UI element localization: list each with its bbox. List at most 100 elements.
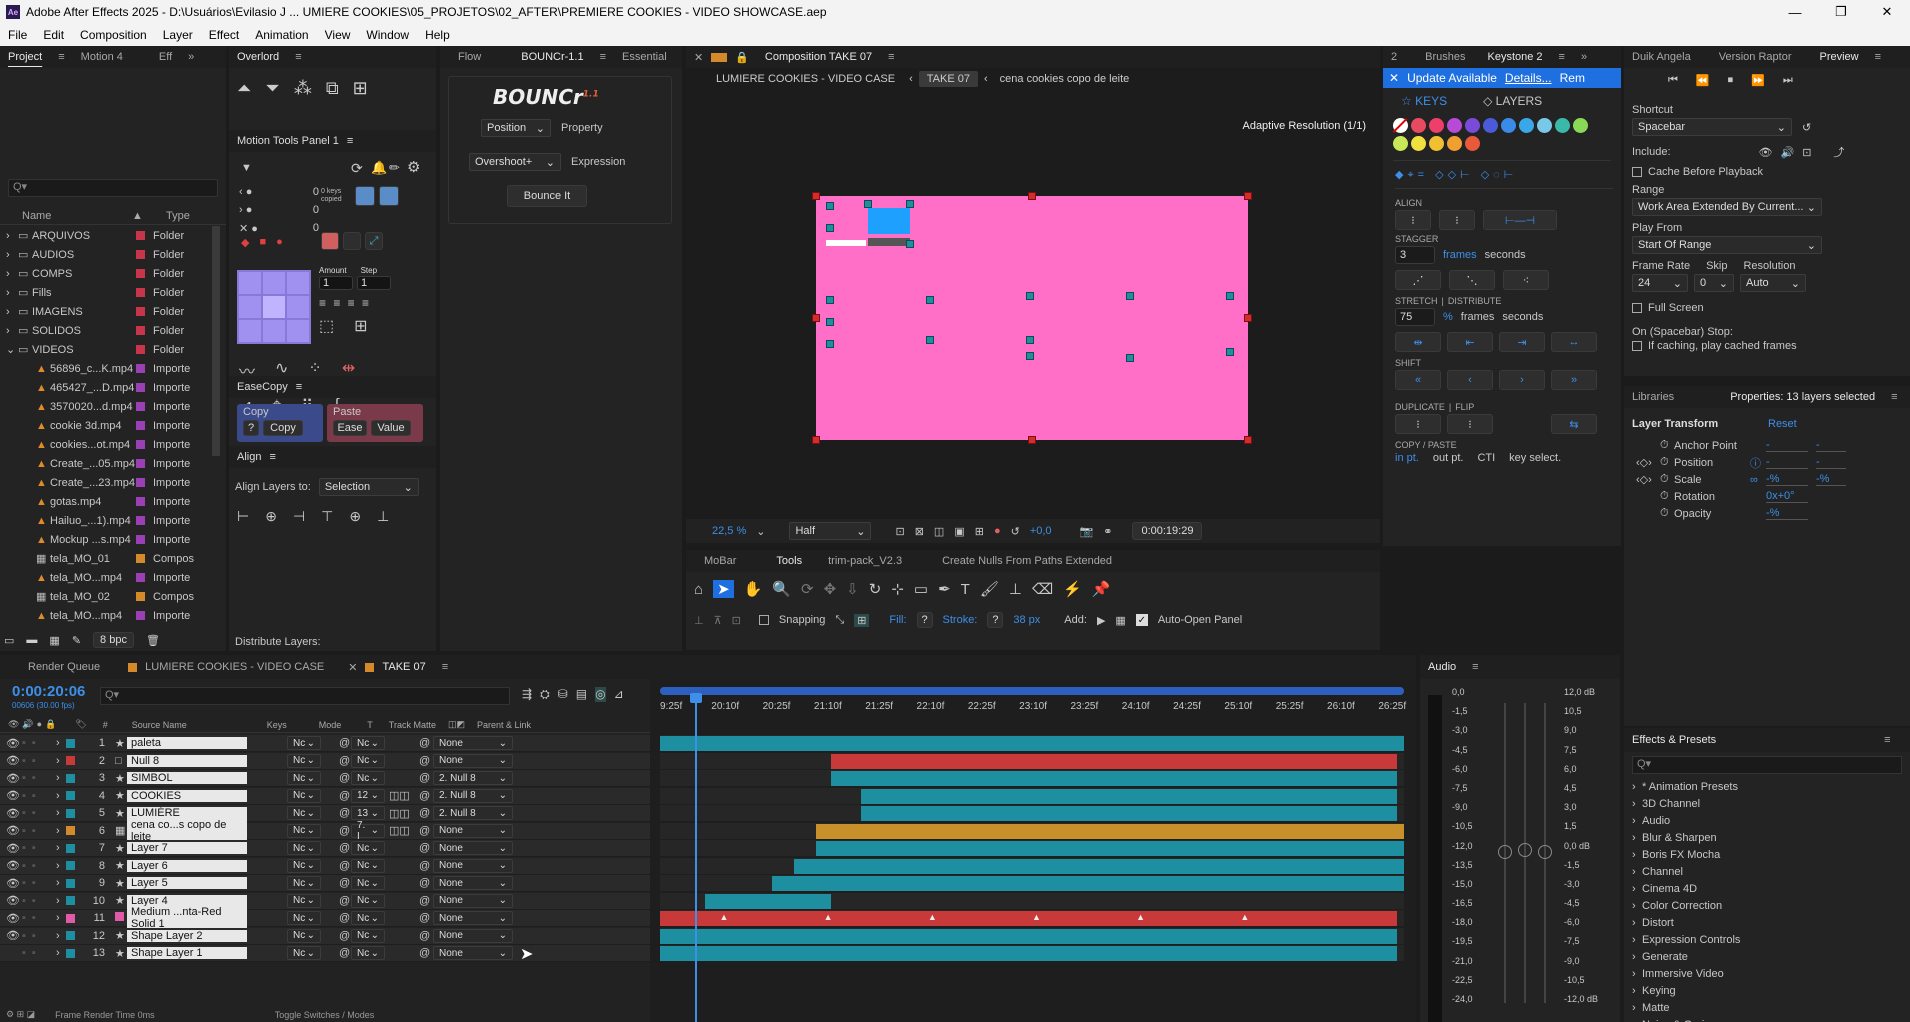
selected-shape[interactable] <box>868 208 910 234</box>
layer-row[interactable]: 👁 ▪▪ › 2 □ Null 8 Nc ⌄ @ Nc ⌄ @ None ⌄ <box>0 752 650 770</box>
paste-ease-button[interactable]: Ease <box>333 420 367 436</box>
label-color[interactable] <box>136 478 145 487</box>
overshoot-select[interactable]: Overshoot+ ⌄ <box>469 153 561 171</box>
key-remove-icon[interactable]: ✕ ● <box>239 222 258 235</box>
rectangle-tool-icon[interactable]: ▭ <box>914 580 928 598</box>
keyframe-marker[interactable]: ▲ <box>824 912 833 922</box>
pick-whip-icon[interactable]: @ <box>419 807 433 819</box>
bbox-handle[interactable] <box>812 314 820 322</box>
blend-mode-select[interactable]: Nc ⌄ <box>287 788 321 803</box>
menu-edit[interactable]: Edit <box>35 28 72 42</box>
parent-select[interactable]: None ⌄ <box>433 893 513 908</box>
expand-icon[interactable]: › <box>1632 832 1642 844</box>
stopwatch-icon[interactable]: ⏱ <box>1660 507 1674 520</box>
ks-align-span-button[interactable]: ⊢—⊣ <box>1483 210 1557 230</box>
work-area-bar[interactable] <box>660 687 1404 695</box>
parent-select[interactable]: None ⌄ <box>433 876 513 890</box>
effect-category[interactable]: › Channel <box>1632 863 1902 880</box>
blend-mode-select[interactable]: Nc ⌄ <box>287 928 321 943</box>
project-item[interactable]: ▲ Create_...23.mp4 Importe <box>0 473 212 492</box>
effect-category[interactable]: › Boris FX Mocha <box>1632 846 1902 863</box>
layers-tab[interactable]: ◇ LAYERS <box>1483 94 1542 108</box>
visibility-eye-icon[interactable]: 👁 <box>6 929 20 942</box>
channels-icon[interactable]: ● <box>994 525 1001 537</box>
fill-square-button[interactable] <box>343 232 361 250</box>
bounds-icon[interactable]: ⬚ <box>319 316 334 336</box>
expand-layer-icon[interactable]: › <box>56 755 66 767</box>
layer-handle[interactable] <box>826 296 834 304</box>
breadcrumb-item-take07[interactable]: TAKE 07 <box>918 71 978 87</box>
project-item[interactable]: ▲ tela_MO...mp4 Importe <box>0 568 212 587</box>
pick-whip-icon[interactable]: @ <box>419 877 433 889</box>
shift-next-button[interactable]: › <box>1499 370 1545 390</box>
draft-3d-icon[interactable]: ⛭ <box>540 687 550 702</box>
layer-name[interactable]: COOKIES <box>127 789 247 802</box>
pick-whip-icon[interactable]: @ <box>419 930 433 942</box>
toggle-switches-label[interactable]: Toggle Switches / Modes <box>275 1010 375 1020</box>
tab-render-queue[interactable]: Render Queue <box>20 661 108 673</box>
color-swatch[interactable] <box>1465 136 1480 151</box>
expand-icon[interactable]: › <box>1632 1002 1642 1014</box>
track-matte-select[interactable]: 7. I ⌄ <box>351 820 385 842</box>
menu-effect[interactable]: Effect <box>201 28 247 42</box>
expand-layer-icon[interactable]: › <box>56 825 66 837</box>
key-prev-icon[interactable]: ‹ ● <box>239 186 252 198</box>
tab-tools[interactable]: Tools <box>768 555 810 567</box>
layer-duration-bar[interactable] <box>860 806 1397 821</box>
property-value-2[interactable]: -% <box>1816 473 1846 486</box>
project-item[interactable]: › ▭ ARQUIVOS Folder <box>0 226 212 245</box>
keyframe-marker[interactable]: ▲ <box>1136 912 1145 922</box>
bbox-handle[interactable] <box>1244 436 1252 444</box>
remind-link[interactable]: Rem <box>1560 71 1585 85</box>
tab-project[interactable]: Project <box>0 51 50 63</box>
tab-flow[interactable]: Flow <box>450 51 489 63</box>
matte-link-icon[interactable]: @ <box>339 895 351 907</box>
gear-icon[interactable]: ⚙ <box>407 158 420 176</box>
blend-mode-select[interactable]: Nc ⌄ <box>287 753 321 768</box>
stretch-btn-4[interactable]: ↔ <box>1551 332 1597 352</box>
track-matte-select[interactable]: Nc ⌄ <box>351 736 385 750</box>
shy-icon[interactable]: ⛁ <box>558 687 568 702</box>
shift-prev-button[interactable]: ‹ <box>1447 370 1493 390</box>
home-icon[interactable]: ⌂ <box>694 581 703 598</box>
selection-tool-icon[interactable]: ➤ <box>713 580 734 598</box>
parent-select[interactable]: None ⌄ <box>433 823 513 838</box>
expand-layer-icon[interactable]: › <box>56 772 66 784</box>
parent-select[interactable]: None ⌄ <box>433 858 513 873</box>
align-bottom-icon[interactable]: ⊥ <box>377 508 389 525</box>
bbox-handle[interactable] <box>1244 314 1252 322</box>
label-color[interactable] <box>136 440 145 449</box>
bounce-it-button[interactable]: Bounce It <box>507 185 587 207</box>
tab-composition[interactable]: Composition TAKE 07 <box>757 51 880 63</box>
audio-fader-knob[interactable] <box>1538 845 1552 859</box>
solo-lock-switches[interactable]: ▪▪ <box>22 807 56 819</box>
expand-icon[interactable]: › <box>1632 951 1642 963</box>
layer-handle[interactable] <box>926 336 934 344</box>
align-hcenter-icon[interactable]: ⊕ <box>265 508 277 525</box>
square-icon[interactable]: ■ <box>259 236 266 249</box>
layer-duration-bar[interactable] <box>704 893 832 909</box>
layer-duration-bar[interactable] <box>816 841 1404 856</box>
project-item[interactable]: › ▭ AUDIOS Folder <box>0 245 212 264</box>
effect-category[interactable]: › Distort <box>1632 914 1902 931</box>
guides-icon[interactable]: ⊞ <box>975 525 984 538</box>
layer-handle[interactable] <box>826 224 834 232</box>
expand-layer-icon[interactable]: › <box>56 895 66 907</box>
tab-easecopy[interactable]: EaseCopy <box>237 381 288 393</box>
play-from-select[interactable]: Start Of Range ⌄ <box>1632 236 1822 254</box>
layer-name[interactable]: cena co...s copo de leite <box>127 818 247 843</box>
circle-icon[interactable]: ● <box>276 236 283 249</box>
color-swatch[interactable] <box>1429 136 1444 151</box>
layer-row[interactable]: ▪▪ › 13 ★ Shape Layer 1 Nc ⌄ @ Nc ⌄ @ None ⌄ <box>0 945 650 962</box>
axis-icon[interactable]: ⊥ <box>694 614 704 627</box>
layer-name[interactable]: Layer 4 <box>127 894 247 907</box>
stroke-swatch[interactable]: ? <box>987 612 1004 628</box>
reset-icon[interactable]: ↺ <box>1802 121 1811 134</box>
matte-link-icon[interactable]: @ <box>339 790 351 802</box>
keyframe-marker[interactable]: ▲ <box>1032 912 1041 922</box>
layer-handle[interactable] <box>1126 292 1134 300</box>
layer-name[interactable]: Null 8 <box>127 754 247 767</box>
type-tool-icon[interactable]: T <box>961 581 970 598</box>
shortcut-select[interactable]: Spacebar ⌄ <box>1632 118 1792 136</box>
sort-icon[interactable]: ▲ <box>132 210 166 222</box>
